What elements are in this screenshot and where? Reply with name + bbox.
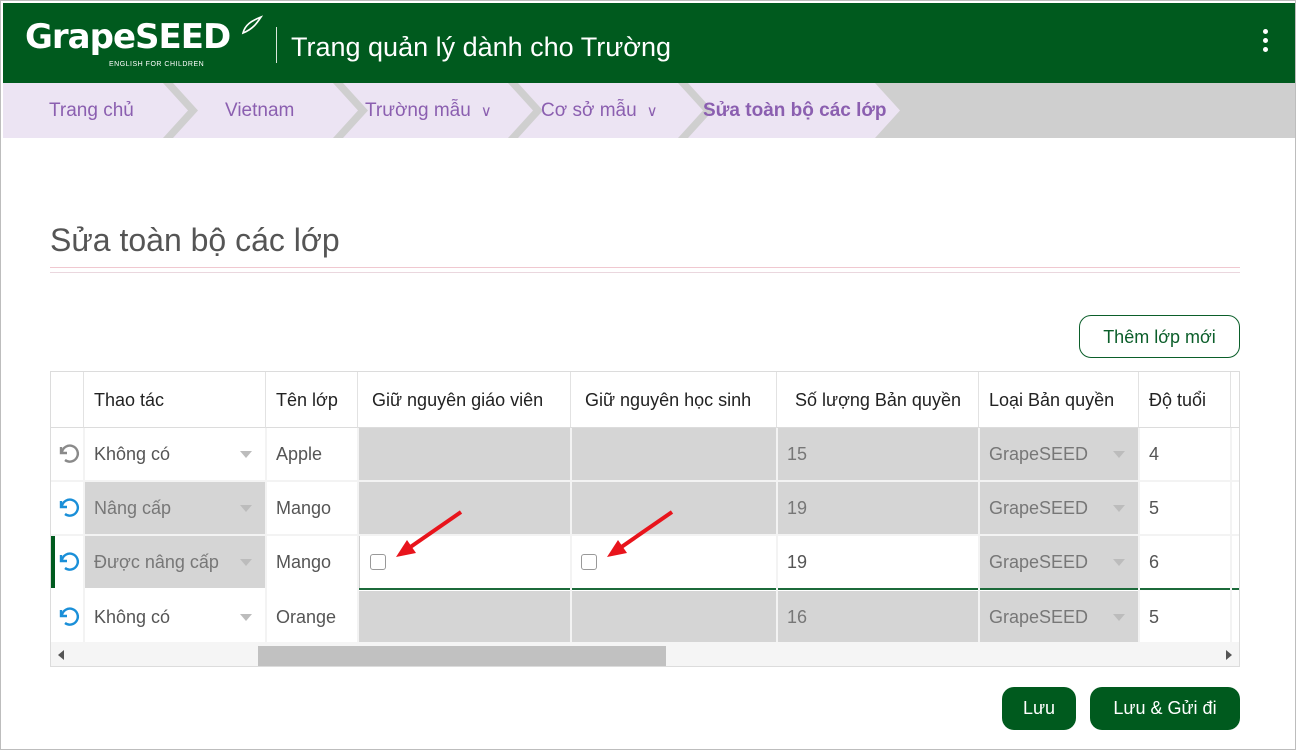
save-button[interactable]: Lưu bbox=[1002, 687, 1076, 730]
save-and-send-button[interactable]: Lưu & Gửi đi bbox=[1090, 687, 1240, 730]
column-header-overflow bbox=[1231, 372, 1239, 428]
license-type-value: GrapeSEED bbox=[989, 498, 1089, 518]
page-title: Sửa toàn bộ các lớp bbox=[50, 222, 340, 258]
keep-students-cell bbox=[571, 536, 777, 588]
breadcrumb-school-label: Trường mẫu bbox=[365, 100, 471, 121]
row-separator bbox=[51, 480, 1239, 482]
scroll-left-icon[interactable] bbox=[57, 650, 65, 660]
column-header-action[interactable]: Thao tác bbox=[84, 372, 266, 428]
license-count-cell: 19 bbox=[777, 482, 979, 534]
dropdown-arrow-icon bbox=[1113, 505, 1125, 512]
scrollbar-thumb[interactable] bbox=[258, 646, 666, 666]
leaf-icon bbox=[241, 15, 263, 35]
action-select-value: Không có bbox=[94, 444, 171, 464]
class-name-cell[interactable]: Orange bbox=[266, 591, 358, 642]
breadcrumb-current: Sửa toàn bộ các lớp bbox=[703, 83, 887, 138]
dropdown-arrow-icon bbox=[240, 451, 252, 458]
breadcrumb-current-label: Sửa toàn bộ các lớp bbox=[703, 100, 887, 121]
dropdown-arrow-icon bbox=[1113, 451, 1125, 458]
title-divider bbox=[50, 267, 1240, 268]
breadcrumb-school[interactable]: Trường mẫu ∨ bbox=[365, 83, 492, 138]
keep-students-cell bbox=[571, 591, 777, 642]
dropdown-arrow-icon bbox=[1113, 559, 1125, 566]
keep-students-cell bbox=[571, 428, 777, 480]
app-header: GrapeSEED ENGLISH FOR CHILDREN Trang quả… bbox=[3, 3, 1295, 83]
keep-teacher-cell bbox=[358, 536, 571, 588]
class-name-cell[interactable]: Apple bbox=[266, 428, 358, 480]
breadcrumb-country[interactable]: Vietnam bbox=[225, 83, 294, 138]
scroll-right-icon[interactable] bbox=[1225, 650, 1233, 660]
action-select[interactable]: Nâng cấp bbox=[84, 482, 266, 534]
classes-grid: Thao tác Tên lớp Giữ nguyên giáo viên Gi… bbox=[50, 371, 1240, 667]
license-type-select: GrapeSEED bbox=[979, 482, 1139, 534]
action-select[interactable]: Được nâng cấp bbox=[84, 536, 266, 588]
undo-icon[interactable] bbox=[56, 549, 80, 573]
breadcrumb: Trang chủ Vietnam Trường mẫu ∨ Cơ sở mẫu ∨… bbox=[3, 83, 1295, 138]
action-select[interactable]: Không có bbox=[84, 428, 266, 480]
chevron-down-icon[interactable]: ∨ bbox=[481, 84, 492, 139]
undo-icon[interactable] bbox=[56, 604, 80, 628]
grapeseed-logo[interactable]: GrapeSEED bbox=[25, 17, 231, 57]
horizontal-scrollbar[interactable] bbox=[51, 642, 1239, 666]
breadcrumb-home[interactable]: Trang chủ bbox=[49, 83, 134, 138]
more-options-icon[interactable] bbox=[1257, 29, 1273, 59]
license-count-cell: 16 bbox=[777, 591, 979, 642]
class-name-cell[interactable]: Mango bbox=[266, 482, 358, 534]
header-divider bbox=[276, 27, 277, 63]
row-selection-marker bbox=[51, 536, 55, 588]
undo-icon[interactable] bbox=[56, 441, 80, 465]
header-undo-column bbox=[51, 372, 84, 428]
logo-tagline: ENGLISH FOR CHILDREN bbox=[109, 61, 205, 68]
age-cell[interactable]: 5 bbox=[1139, 482, 1231, 534]
chevron-down-icon[interactable]: ∨ bbox=[647, 84, 658, 139]
column-header-license-count[interactable]: Số lượng Bản quyền bbox=[777, 372, 979, 428]
undo-icon[interactable] bbox=[56, 495, 80, 519]
dropdown-arrow-icon bbox=[240, 505, 252, 512]
class-name-cell[interactable]: Mango bbox=[266, 536, 358, 588]
keep-teacher-cell bbox=[358, 428, 571, 480]
license-count-cell: 15 bbox=[777, 428, 979, 480]
license-type-select: GrapeSEED bbox=[979, 428, 1139, 480]
age-cell[interactable]: 5 bbox=[1139, 591, 1231, 642]
action-select-value: Được nâng cấp bbox=[94, 552, 219, 572]
column-header-age[interactable]: Độ tuổi bbox=[1139, 372, 1231, 428]
title-divider-secondary bbox=[50, 272, 1240, 273]
row-separator bbox=[51, 534, 1239, 536]
app-title: Trang quản lý dành cho Trường bbox=[291, 32, 672, 62]
column-header-license-type[interactable]: Loại Bản quyền bbox=[979, 372, 1139, 428]
age-cell[interactable]: 4 bbox=[1139, 428, 1231, 480]
column-header-keep-students[interactable]: Giữ nguyên học sinh bbox=[571, 372, 777, 428]
breadcrumb-campus[interactable]: Cơ sở mẫu ∨ bbox=[541, 83, 658, 138]
row-focus-underline bbox=[358, 588, 1239, 590]
license-type-select: GrapeSEED bbox=[979, 591, 1139, 642]
action-select-value: Nâng cấp bbox=[94, 498, 172, 518]
dropdown-arrow-icon bbox=[1113, 614, 1125, 621]
dropdown-arrow-icon bbox=[240, 559, 252, 566]
breadcrumb-country-label: Vietnam bbox=[225, 100, 295, 121]
license-count-cell[interactable]: 19 bbox=[777, 536, 979, 588]
license-type-value: GrapeSEED bbox=[989, 552, 1089, 572]
age-cell[interactable]: 6 bbox=[1139, 536, 1231, 588]
breadcrumb-home-label: Trang chủ bbox=[49, 100, 134, 121]
dropdown-arrow-icon bbox=[240, 614, 252, 621]
keep-students-checkbox[interactable] bbox=[581, 554, 597, 570]
license-type-select: GrapeSEED bbox=[979, 536, 1139, 588]
keep-teacher-cell bbox=[358, 482, 571, 534]
license-type-value: GrapeSEED bbox=[989, 607, 1089, 627]
keep-teacher-cell bbox=[358, 591, 571, 642]
keep-students-cell bbox=[571, 482, 777, 534]
action-select[interactable]: Không có bbox=[84, 591, 266, 642]
keep-teacher-checkbox[interactable] bbox=[370, 554, 386, 570]
action-select-value: Không có bbox=[94, 607, 171, 627]
column-header-keep-teacher[interactable]: Giữ nguyên giáo viên bbox=[358, 372, 571, 428]
add-class-button[interactable]: Thêm lớp mới bbox=[1079, 315, 1240, 358]
license-type-value: GrapeSEED bbox=[989, 444, 1089, 464]
breadcrumb-campus-label: Cơ sở mẫu bbox=[541, 100, 637, 121]
column-header-class-name[interactable]: Tên lớp bbox=[266, 372, 358, 428]
